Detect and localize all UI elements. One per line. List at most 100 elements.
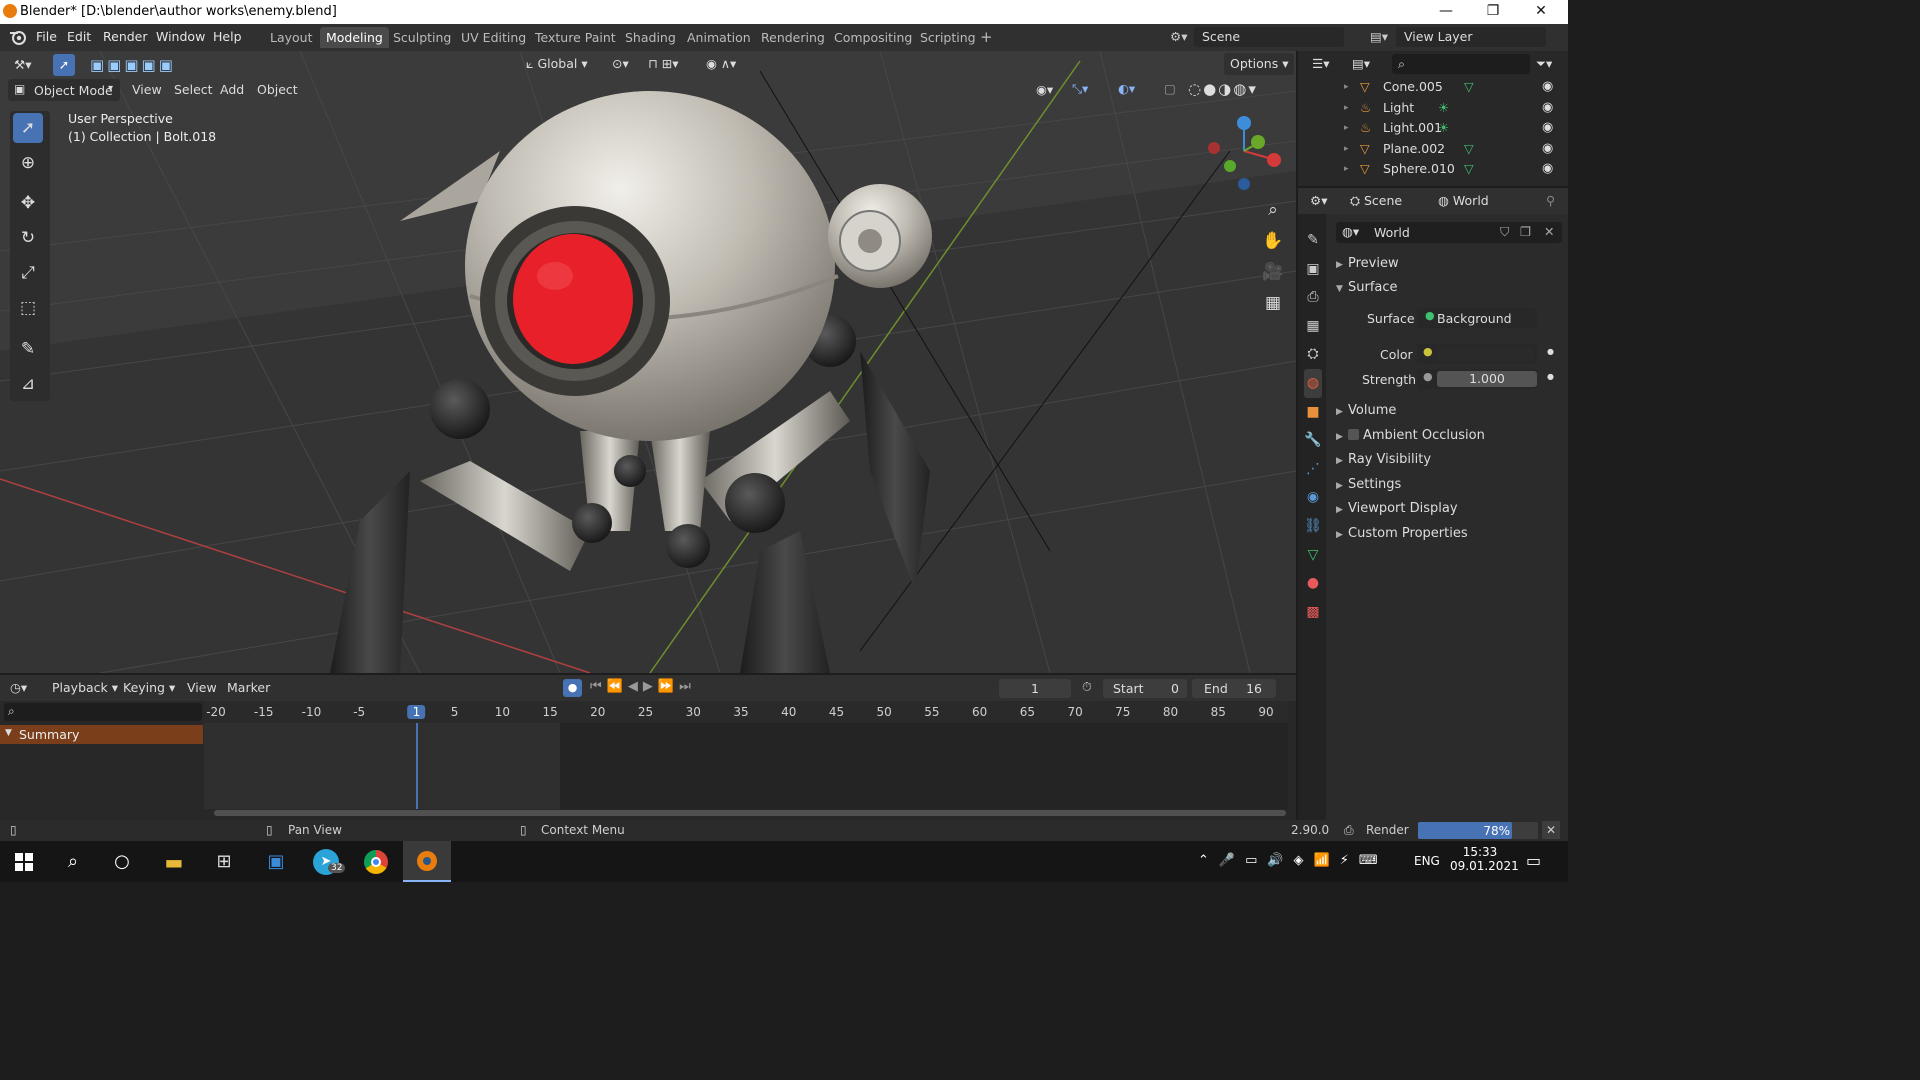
view-layer-field[interactable]: View Layer — [1396, 27, 1546, 47]
world-datablock-selector[interactable]: ◍▾ World ⛉ ❐ ✕ — [1336, 222, 1562, 243]
outliner-item-name[interactable]: Light — [1383, 98, 1414, 118]
menu-window[interactable]: Window — [156, 29, 205, 44]
outliner-item[interactable]: ▸ ♨ Light ☀ ◉ — [1298, 98, 1568, 118]
color-swatch[interactable] — [1437, 347, 1533, 361]
timeline-menu-keying[interactable]: Keying ▾ — [123, 680, 175, 695]
move-tool-icon[interactable]: ✥ — [13, 188, 43, 218]
object-tab-icon[interactable]: ■ — [1304, 398, 1322, 427]
tab-rendering[interactable]: Rendering — [755, 27, 831, 48]
outliner-item-name[interactable]: Plane.002 — [1383, 139, 1445, 159]
clock-icon[interactable]: ⏱ — [1082, 679, 1092, 695]
timeline-menu-marker[interactable]: Marker — [227, 680, 270, 695]
viewport-menu-view[interactable]: View — [126, 79, 168, 101]
section-surface[interactable]: ▼ Surface — [1336, 280, 1398, 295]
snap-icon[interactable]: ⊓ ⊞▾ — [642, 53, 684, 75]
timeline-editor-type-icon[interactable]: ◷▾ — [10, 680, 27, 695]
scene-tab-icon[interactable]: ⛭ — [1304, 340, 1322, 369]
section-settings[interactable]: ▶ Settings — [1336, 477, 1401, 492]
eye-icon[interactable]: ◉ — [1542, 139, 1553, 159]
properties-editor-type-icon[interactable]: ⚙▾ — [1310, 193, 1327, 208]
viewport-menu-object[interactable]: Object — [251, 79, 304, 101]
view-layer-browse-icon[interactable]: ▤▾ — [1370, 29, 1388, 44]
keyframe-dot-icon[interactable]: ● — [1547, 372, 1554, 381]
particles-tab-icon[interactable]: ⋰ — [1304, 455, 1322, 484]
scene-field[interactable]: Scene — [1194, 27, 1344, 47]
file-explorer-icon[interactable]: ▬ — [150, 841, 198, 882]
pan-hand-icon[interactable]: ✋ — [1258, 226, 1288, 256]
camera-view-icon[interactable]: 🎥 — [1258, 257, 1288, 287]
3d-viewport[interactable]: ⚒▾ ➚ ▣▣▣▣▣ ⟀ Global ▾ ⊙▾ ⊓ ⊞▾ ◉ ∧▾ Optio… — [0, 51, 1296, 673]
scale-tool-icon[interactable]: ⤢ — [13, 258, 43, 288]
frame-ruler[interactable]: -20 -15 -10 -5 1 5 10 15 20 25 30 35 40 45 50 55 60 65 70 7… — [204, 701, 1288, 723]
expand-arrow-icon[interactable]: ▸ — [1344, 98, 1349, 118]
expand-arrow-icon[interactable]: ▸ — [1344, 159, 1349, 179]
constraints-tab-icon[interactable]: ⛓ — [1304, 512, 1322, 541]
rotate-tool-icon[interactable]: ↻ — [13, 223, 43, 253]
breadcrumb-world[interactable]: ◍ World — [1438, 193, 1489, 208]
section-custom-properties[interactable]: ▶ Custom Properties — [1336, 526, 1468, 541]
current-frame-field[interactable]: 1 — [999, 679, 1071, 698]
tab-shading[interactable]: Shading — [619, 27, 682, 48]
record-icon[interactable]: ● — [563, 679, 582, 697]
surface-shader-selector[interactable]: ● Background — [1417, 308, 1537, 328]
world-tab-icon[interactable]: ◍ — [1304, 368, 1322, 398]
material-tab-icon[interactable]: ● — [1304, 569, 1322, 598]
tab-compositing[interactable]: Compositing — [828, 27, 918, 48]
blender-menu-icon[interactable] — [9, 29, 27, 45]
measure-tool-icon[interactable]: ⊿ — [13, 369, 43, 399]
color-field[interactable]: ● — [1417, 344, 1537, 364]
start-frame-field[interactable]: Start 0 — [1103, 679, 1187, 698]
physics-tab-icon[interactable]: ◉ — [1304, 483, 1322, 512]
tray-icons[interactable]: ⌃🎤▭🔊◈📶⚡⌨ — [1198, 853, 1388, 868]
zoom-icon[interactable]: ⌕ — [1258, 195, 1288, 225]
xray-icon[interactable]: ▢ — [1164, 81, 1176, 96]
chrome-icon[interactable] — [352, 841, 400, 882]
world-name-field[interactable]: World — [1374, 225, 1410, 240]
blender-taskbar-icon[interactable] — [403, 841, 451, 882]
end-frame-field[interactable]: End 16 — [1192, 679, 1276, 698]
ao-checkbox[interactable] — [1348, 429, 1359, 440]
tab-sculpting[interactable]: Sculpting — [387, 27, 457, 48]
render-tab-icon[interactable]: ▣ — [1304, 255, 1322, 284]
gizmo-icon[interactable]: ⤡▾ — [1072, 81, 1088, 97]
search-icon[interactable]: ⌕ — [49, 841, 97, 882]
close-button[interactable]: ✕ — [1518, 0, 1564, 24]
section-preview[interactable]: ▶ Preview — [1336, 256, 1399, 271]
maximize-button[interactable]: ❐ — [1470, 0, 1516, 24]
eye-icon[interactable]: ◉ — [1542, 159, 1553, 179]
timeline-menu-playback[interactable]: Playback ▾ — [52, 680, 118, 695]
eye-icon[interactable]: ◉ — [1542, 98, 1553, 118]
fake-user-icon[interactable]: ⛉ — [1500, 224, 1509, 240]
photo-app-icon[interactable]: ▣ — [252, 841, 300, 882]
outliner-item-name[interactable]: Cone.005 — [1383, 77, 1443, 97]
annotate-tool-icon[interactable]: ✎ — [13, 334, 43, 364]
current-frame-marker[interactable]: 1 — [407, 705, 426, 719]
data-tab-icon[interactable]: ▽ — [1304, 541, 1322, 570]
duplicate-icon[interactable]: ❐ — [1520, 224, 1531, 239]
language-indicator[interactable]: ENG — [1414, 854, 1440, 868]
section-volume[interactable]: ▶ Volume — [1336, 403, 1396, 418]
timeline-search-input[interactable]: ⌕ — [4, 703, 202, 721]
tab-scripting[interactable]: Scripting — [914, 27, 982, 48]
viewport-menu-select[interactable]: Select — [168, 79, 219, 101]
select-box-tool-icon[interactable]: ➚ — [13, 113, 43, 143]
eye-icon[interactable]: ◉ — [1542, 77, 1553, 97]
scene-browse-icon[interactable]: ⚙▾ — [1170, 29, 1187, 44]
modifier-tab-icon[interactable]: 🔧 — [1304, 426, 1322, 455]
filter-icon[interactable]: ⏷▾ — [1536, 56, 1552, 72]
proportional-edit-icon[interactable]: ◉ ∧▾ — [700, 53, 742, 75]
transform-tool-icon[interactable]: ⬚ — [13, 293, 43, 323]
outliner-item[interactable]: ▸ ▽ Cone.005 ▽ ◉ — [1298, 77, 1568, 97]
playback-controls[interactable]: ⏮⏪◀▶⏩⏭ — [590, 679, 696, 694]
playhead-line[interactable] — [416, 723, 418, 809]
cancel-render-icon[interactable]: ✕ — [1542, 821, 1560, 839]
tool-tab-icon[interactable]: ✎ — [1304, 226, 1322, 255]
menu-render[interactable]: Render — [103, 29, 148, 44]
outliner-item[interactable]: ▸ ▽ Plane.002 ▽ ◉ — [1298, 139, 1568, 159]
timeline-menu-view[interactable]: View — [187, 680, 217, 695]
outliner-search-input[interactable]: ⌕ — [1392, 54, 1530, 74]
outliner-item-name[interactable]: Sphere.010 — [1383, 159, 1455, 179]
minimize-button[interactable]: — — [1423, 0, 1469, 24]
viewport-menu-add[interactable]: Add — [214, 79, 250, 101]
output-tab-icon[interactable]: ⎙ — [1304, 283, 1322, 312]
